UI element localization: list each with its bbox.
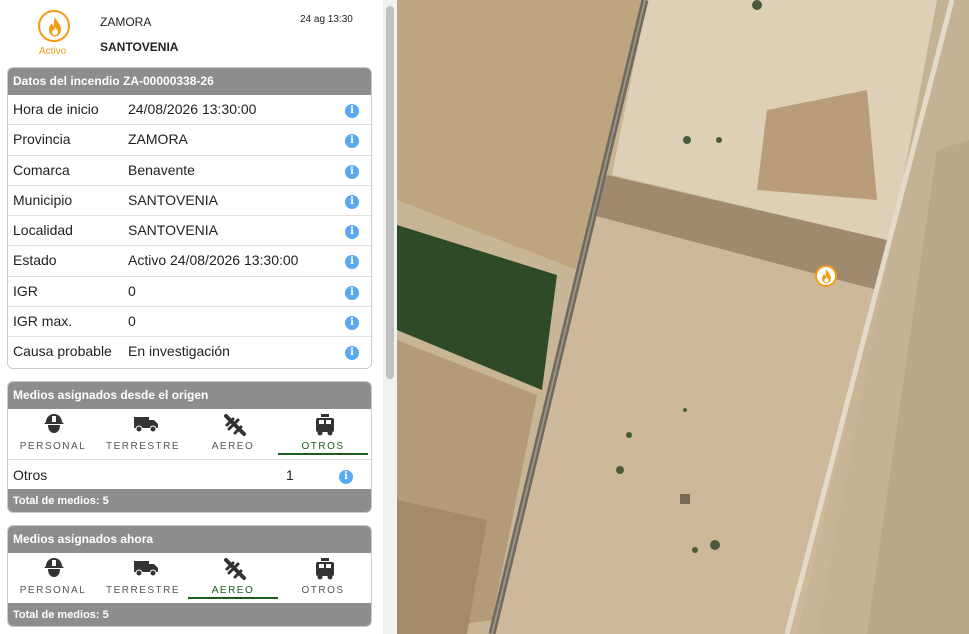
row-value: 24/08/2026 13:30:00 <box>128 101 257 117</box>
map-imagery <box>397 0 969 634</box>
row-value: SANTOVENIA <box>128 222 218 239</box>
origin-resource-tabs: PERSONAL TERRESTRE AEREO OTROS <box>8 409 371 459</box>
incident-data-card: Datos del incendio ZA-00000338-26 Hora d… <box>7 67 372 369</box>
province-name: ZAMORA <box>100 15 152 29</box>
row-label: Causa probable <box>13 343 112 360</box>
current-resources-card: Medios asignados ahora PERSONAL TERRESTR… <box>7 525 372 627</box>
current-resources-title: Medios asignados ahora <box>8 526 371 553</box>
fire-engine-icon <box>316 414 334 436</box>
tab-personal[interactable]: PERSONAL <box>8 409 98 459</box>
info-icon[interactable]: i <box>345 346 359 361</box>
fire-status-icon <box>38 10 70 42</box>
firefighter-helmet-icon <box>44 558 64 577</box>
info-icon[interactable]: i <box>345 104 359 118</box>
tab-label: PERSONAL <box>19 585 87 596</box>
data-row-hora-inicio: Hora de inicio 24/08/2026 13:30:00 i <box>8 95 371 126</box>
incident-header: Activo ZAMORA SANTOVENIA 24 ag 13:30 <box>0 0 380 64</box>
data-row-estado: Estado Activo 24/08/2026 13:30:00 i <box>8 246 371 277</box>
satellite-map[interactable] <box>397 0 969 634</box>
data-row-igr: IGR 0 i <box>8 277 371 308</box>
info-icon[interactable]: i <box>339 470 353 484</box>
tab-aereo[interactable]: AEREO <box>188 553 278 599</box>
airplane-icon <box>224 414 246 436</box>
tab-terrestre[interactable]: TERRESTRE <box>98 409 188 459</box>
resource-count: 1 <box>286 467 294 483</box>
info-icon[interactable]: i <box>345 255 359 270</box>
incident-data-title: Datos del incendio ZA-00000338-26 <box>8 68 371 95</box>
tab-label: PERSONAL <box>19 441 87 452</box>
tab-aereo[interactable]: AEREO <box>188 409 278 459</box>
tab-label: OTROS <box>301 441 345 452</box>
row-value: En investigación <box>128 343 230 360</box>
row-value: SANTOVENIA <box>128 191 218 208</box>
airplane-icon <box>224 558 246 580</box>
incident-data-list: Hora de inicio 24/08/2026 13:30:00 i Pro… <box>8 95 371 368</box>
tab-label: AEREO <box>211 441 255 452</box>
current-resource-tabs: PERSONAL TERRESTRE AEREO OTROS <box>8 553 371 603</box>
row-label: Hora de inicio <box>13 101 99 117</box>
resource-row-otros: Otros 1 i <box>8 459 371 489</box>
info-icon[interactable]: i <box>345 285 359 300</box>
incident-panel: Activo ZAMORA SANTOVENIA 24 ag 13:30 Dat… <box>0 0 397 634</box>
data-row-municipio: Municipio SANTOVENIA i <box>8 186 371 217</box>
row-value: Activo 24/08/2026 13:30:00 <box>128 252 299 269</box>
truck-icon <box>134 561 158 577</box>
tab-label: TERRESTRE <box>105 585 181 596</box>
status-label: Activo <box>39 46 67 57</box>
data-row-comarca: Comarca Benavente i <box>8 156 371 186</box>
tab-otros[interactable]: OTROS <box>278 553 368 603</box>
row-label: IGR <box>13 282 38 299</box>
firefighter-helmet-icon <box>44 414 64 433</box>
data-row-localidad: Localidad SANTOVENIA i <box>8 216 371 247</box>
fire-marker-icon[interactable] <box>815 265 837 287</box>
data-row-provincia: Provincia ZAMORA i <box>8 125 371 156</box>
row-value: 0 <box>128 313 136 330</box>
origin-resources-title: Medios asignados desde el origen <box>8 382 371 409</box>
row-label: Comarca <box>13 161 70 178</box>
info-icon[interactable]: i <box>345 225 359 240</box>
row-label: Localidad <box>13 222 73 239</box>
info-icon[interactable]: i <box>345 164 359 179</box>
tab-otros[interactable]: OTROS <box>278 409 368 455</box>
truck-icon <box>134 417 158 433</box>
row-value: ZAMORA <box>128 131 188 148</box>
municipality-name: SANTOVENIA <box>100 40 179 54</box>
row-value: 0 <box>128 282 136 299</box>
row-label: Provincia <box>13 131 71 148</box>
scrollbar-thumb[interactable] <box>386 6 394 379</box>
origin-total: Total de medios: 5 <box>8 489 371 512</box>
row-label: Estado <box>13 252 57 269</box>
tab-personal[interactable]: PERSONAL <box>8 553 98 603</box>
origin-resources-card: Medios asignados desde el origen PERSONA… <box>7 381 372 513</box>
data-row-causa: Causa probable En investigación i <box>8 337 371 367</box>
info-icon[interactable]: i <box>345 194 359 209</box>
info-icon[interactable]: i <box>345 134 359 149</box>
row-label: Municipio <box>13 191 73 208</box>
tab-label: AEREO <box>211 585 255 596</box>
data-row-igr-max: IGR max. 0 i <box>8 307 371 338</box>
current-total: Total de medios: 5 <box>8 603 371 626</box>
row-value: Benavente <box>128 161 195 178</box>
row-label: IGR max. <box>13 313 73 330</box>
fire-engine-icon <box>316 558 334 580</box>
info-icon[interactable]: i <box>345 316 359 331</box>
tab-label: OTROS <box>301 585 345 596</box>
incident-datetime: 24 ag 13:30 <box>300 14 353 25</box>
tab-terrestre[interactable]: TERRESTRE <box>98 553 188 603</box>
tab-label: TERRESTRE <box>105 441 181 452</box>
resource-label: Otros <box>13 467 48 483</box>
